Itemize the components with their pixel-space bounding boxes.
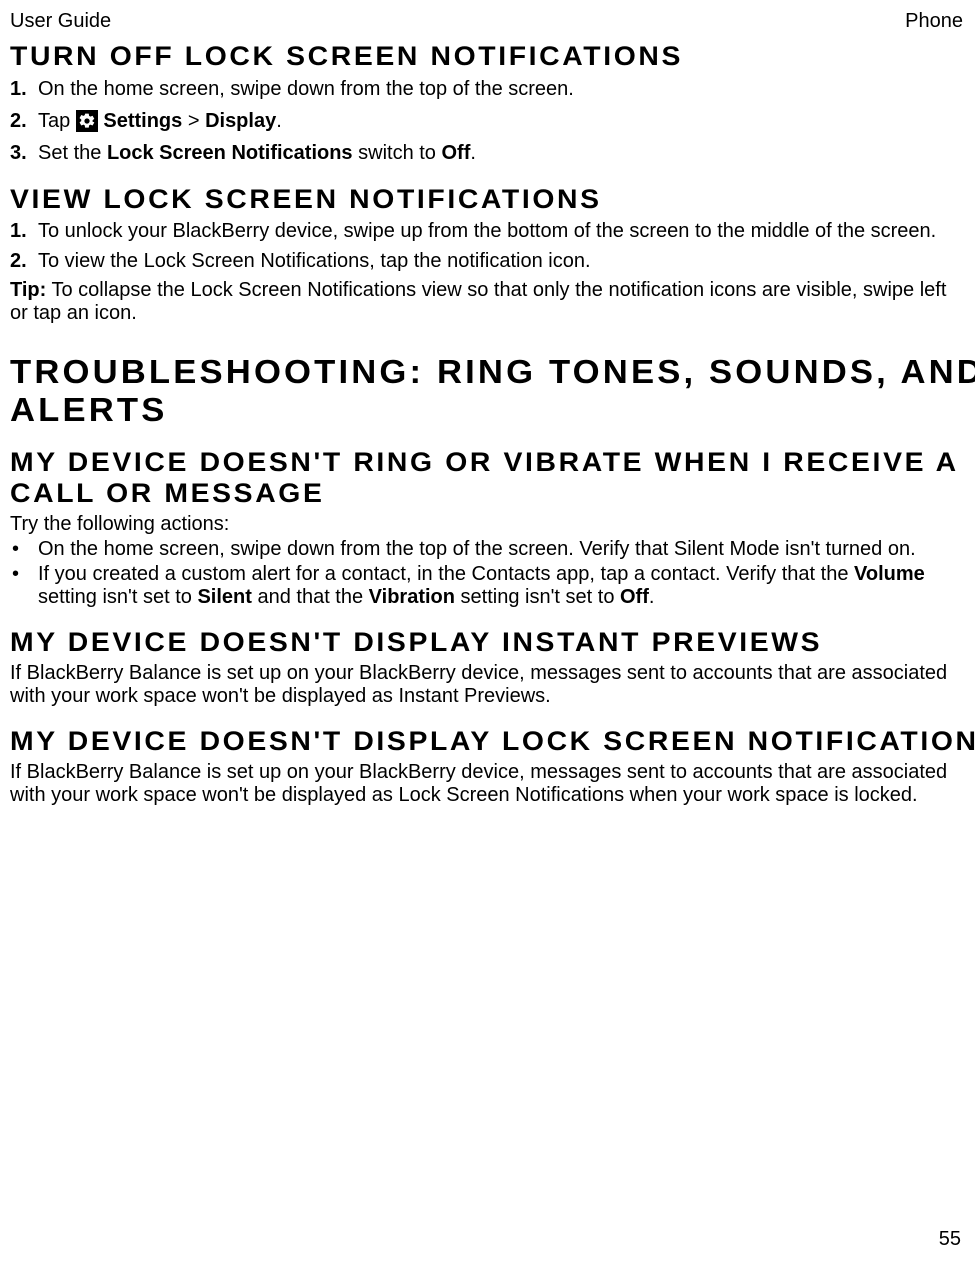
heading-troubleshooting: TROUBLESHOOTING: RING TONES, SOUNDS, AND… (10, 353, 975, 429)
step-text: On the home screen, swipe down from the … (38, 78, 574, 100)
intro-text: Try the following actions: (10, 513, 963, 536)
body-no-lsn-display: If BlackBerry Balance is set up on your … (10, 761, 963, 807)
list-item: 1. On the home screen, swipe down from t… (10, 76, 963, 102)
list-item: 3. Set the Lock Screen Notifications swi… (10, 140, 963, 166)
list-item: 2. Tap Settings > Display. (10, 108, 963, 134)
gear-icon (76, 110, 98, 132)
page-number: 55 (939, 1228, 961, 1251)
header-right: Phone (905, 10, 963, 33)
heading-no-instant-previews: MY DEVICE DOESN'T DISPLAY INSTANT PREVIE… (10, 627, 975, 658)
heading-no-lsn-display: MY DEVICE DOESN'T DISPLAY LOCK SCREEN NO… (10, 726, 975, 757)
heading-turn-off-lsn: TURN OFF LOCK SCREEN NOTIFICATIONS (10, 41, 975, 72)
list-item: 2. To view the Lock Screen Notifications… (10, 249, 963, 273)
steps-turn-off-lsn: 1. On the home screen, swipe down from t… (10, 76, 963, 166)
step-text: To view the Lock Screen Notifications, t… (38, 250, 591, 272)
heading-no-ring: MY DEVICE DOESN'T RING OR VIBRATE WHEN I… (10, 447, 975, 509)
bullets-no-ring: On the home screen, swipe down from the … (10, 538, 963, 609)
list-item: 1. To unlock your BlackBerry device, swi… (10, 219, 963, 243)
header-left: User Guide (10, 10, 111, 33)
body-no-instant-previews: If BlackBerry Balance is set up on your … (10, 662, 963, 708)
heading-view-lsn: VIEW LOCK SCREEN NOTIFICATIONS (10, 184, 975, 215)
page-header: User Guide Phone (10, 10, 963, 33)
list-item: On the home screen, swipe down from the … (10, 538, 963, 561)
steps-view-lsn: 1. To unlock your BlackBerry device, swi… (10, 219, 963, 273)
step-text: To unlock your BlackBerry device, swipe … (38, 220, 936, 242)
list-item: If you created a custom alert for a cont… (10, 563, 963, 609)
tip-text: Tip: To collapse the Lock Screen Notific… (10, 279, 963, 325)
